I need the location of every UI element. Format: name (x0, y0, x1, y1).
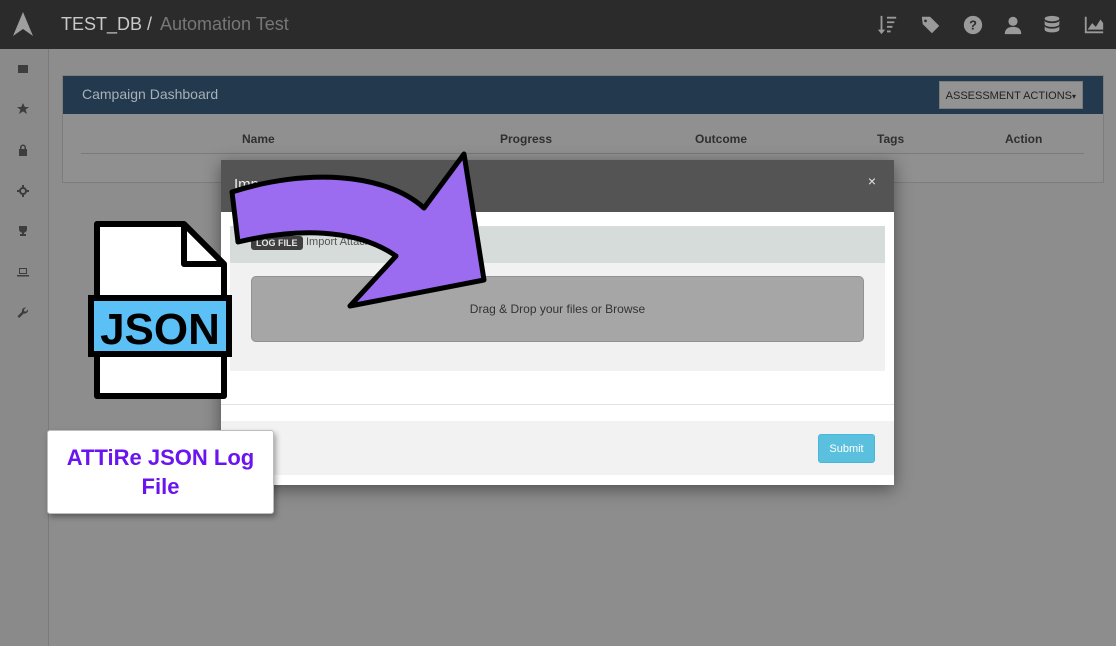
laptop-icon[interactable] (16, 265, 30, 279)
help-icon[interactable]: ? (961, 13, 985, 37)
sort-filter-icon[interactable] (875, 13, 899, 37)
crosshair-icon[interactable] (16, 184, 30, 198)
caret-down-icon: ▾ (1071, 92, 1076, 101)
user-icon[interactable] (1001, 13, 1025, 37)
breadcrumb-page: Automation Test (160, 14, 289, 34)
assessment-actions-button[interactable]: ASSESSMENT ACTIONS▾ (938, 81, 1083, 109)
app-logo-icon[interactable] (12, 12, 34, 36)
attire-json-callout: ATTiRe JSON Log File (47, 430, 274, 514)
breadcrumb-database[interactable]: TEST_DB / (61, 14, 152, 35)
svg-text:?: ? (969, 18, 977, 33)
database-icon[interactable] (1040, 13, 1064, 37)
trophy-icon[interactable] (16, 224, 30, 238)
modal-footer: Submit (221, 421, 894, 475)
column-header-name[interactable]: Name (242, 132, 275, 146)
star-icon[interactable] (16, 102, 30, 116)
column-header-tags[interactable]: Tags (877, 132, 904, 146)
curved-arrow-icon (229, 151, 487, 309)
sidebar (0, 49, 49, 646)
column-header-action[interactable]: Action (1005, 132, 1042, 146)
callout-text: ATTiRe JSON Log File (66, 445, 255, 499)
tags-icon[interactable] (919, 13, 943, 37)
submit-button[interactable]: Submit (818, 434, 875, 463)
top-navbar: TEST_DB / Automation Test ? (0, 0, 1116, 49)
column-header-progress[interactable]: Progress (500, 132, 552, 146)
assessment-actions-label: ASSESSMENT ACTIONS (945, 90, 1072, 102)
column-header-outcome[interactable]: Outcome (695, 132, 747, 146)
modal-divider (221, 404, 894, 405)
wrench-icon[interactable] (16, 306, 30, 320)
json-file-icon: JSON (88, 221, 232, 399)
lock-icon[interactable] (16, 143, 30, 157)
area-chart-icon[interactable] (1082, 13, 1106, 37)
panel-header: Campaign Dashboard ASSESSMENT ACTIONS▾ (63, 76, 1103, 114)
panel-title: Campaign Dashboard (82, 86, 219, 102)
close-icon[interactable]: × (868, 173, 876, 189)
json-label: JSON (100, 305, 220, 354)
dashboard-icon[interactable] (16, 62, 30, 76)
